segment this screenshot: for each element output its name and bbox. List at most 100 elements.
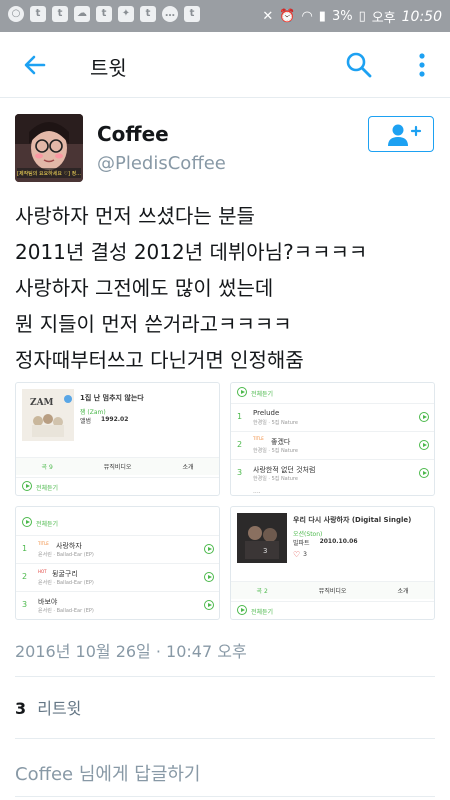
battery-icon: ▯ [358,9,366,24]
album-date: 1992.02 [101,416,129,423]
avatar-caption: [제작팀의 요요하세요 ♡] 정... [17,170,81,177]
ampm-label: 오후 [371,11,396,26]
svg-text:3: 3 [263,547,267,555]
heart-icon[interactable]: ♡ [293,550,300,559]
tweet-timestamp: 2016년 10월 26일 · 10:47 오후 [15,642,247,661]
follow-button[interactable] [368,116,434,152]
tweet-line: 사랑하자 먼저 쓰셨다는 분들 [15,204,255,228]
more-options-icon[interactable] [410,50,434,80]
tab-mv[interactable]: 뮤직비디오 [104,462,132,471]
chat-icon: … [162,6,178,22]
play-icon[interactable] [22,517,32,527]
track-title[interactable]: 좋겠다 [271,437,290,447]
track-sub: 한경일 · 5집 Nature [253,448,298,454]
tab-mv[interactable]: 뮤직비디오 [319,586,347,595]
tweet-text: 사랑하자 먼저 쓰셨다는 분들 2011년 결성 2012년 데뷔아님?ㅋㅋㅋㅋ… [15,198,440,378]
track-number: 2 [237,440,243,449]
add-user-icon [388,124,422,146]
media-album-zam[interactable]: ZAM 1집 난 멈추지 않는다 잼 (Zam) 앨범 1992.02 곡 9 … [15,382,220,496]
media-tracklist-2[interactable]: 전체듣기 1 TITLE 사랑하자 윤서린 · Ballad-Ear (EP) … [15,506,220,620]
wifi-icon: ◠ [301,9,313,24]
listen-all-label[interactable]: 전체듣기 [251,607,273,616]
track-sub: 한경일 · 5집 Nature [253,476,298,482]
battery-level: 3% [331,9,353,24]
mute-icon: ✕ [262,9,274,24]
notification-icons: ○ t t ☁ t ✦ t … t [8,6,200,22]
play-icon[interactable] [419,440,429,450]
play-icon[interactable] [204,572,214,582]
tab-songs[interactable]: 곡 9 [42,462,53,471]
tab-intro[interactable]: 소개 [182,462,193,471]
display-name[interactable]: Coffee [97,122,169,146]
track-number: 1 [22,544,28,553]
album-type: 빌파트 [293,540,310,547]
app-bar: 트윗 [0,32,450,98]
alarm-icon: ⏰ [279,9,296,24]
album-badge: ZAM [30,398,54,408]
hot-badge: HOT [38,569,47,574]
track-sub: 윤서린 · Ballad-Ear (EP) [38,580,94,586]
track-number: 1 [237,412,243,421]
media-album-single[interactable]: 3 우리 다시 사랑하자 (Digital Single) 오션(Ston) 빌… [230,506,435,620]
talk-icon: t [184,6,200,22]
track-title[interactable]: 사랑한적 없던 것처럼 [253,465,315,475]
twitter-icon: ✦ [118,6,134,22]
album-date: 2010.10.06 [319,538,358,545]
page-title: 트윗 [90,56,127,80]
circle-icon: ○ [8,6,24,22]
listen-all-label[interactable]: 전체듣기 [36,483,58,492]
tweet-line: 뭔 지들이 먼저 쓴거라고ㅋㅋㅋㅋ [15,312,292,336]
title-badge: TITLE [38,541,49,546]
tweet-line: 2011년 결성 2012년 데뷔아님?ㅋㅋㅋㅋ [15,240,368,264]
status-bar: ○ t t ☁ t ✦ t … t ✕ ⏰ ◠ ▮ 3% ▯ 오후 10:50 [0,0,450,32]
track-sub: 윤서린 · Ballad-Ear (EP) [38,608,94,614]
tab-songs[interactable]: 곡 2 [257,586,268,595]
title-badge: TITLE [253,436,264,441]
play-icon[interactable] [237,605,247,615]
track-title[interactable]: 뒹굴구리 [52,569,78,579]
reply-input[interactable]: Coffee 님에게 답글하기 [15,760,201,786]
play-icon[interactable] [204,544,214,554]
retweet-count: 3 [15,699,27,718]
talk-icon: t [30,6,46,22]
album-title: 1집 난 멈추지 않는다 [80,394,144,402]
talk-icon: t [52,6,68,22]
track-sub: 윤서린 · Ballad-Ear (EP) [38,552,94,558]
retweet-stats[interactable]: 3 리트윗 [15,695,81,719]
play-icon[interactable] [22,481,32,491]
album-cover: ZAM [22,389,74,441]
divider [15,676,435,677]
track-number: 2 [22,572,28,581]
talk-icon: t [96,6,112,22]
track-sub: 한경일 · 5집 Nature [253,420,298,426]
back-arrow-icon[interactable] [20,50,50,80]
avatar[interactable]: [제작팀의 요요하세요 ♡] 정... [15,114,83,182]
cut-off-text: .... [253,488,261,495]
play-icon[interactable] [419,412,429,422]
album-cover: 3 [237,513,287,563]
tweet-line: 사랑하자 그전에도 많이 썼는데 [15,276,274,300]
divider [15,738,435,739]
tab-intro[interactable]: 소개 [397,586,408,595]
track-number: 3 [22,600,28,609]
track-title[interactable]: 사랑하자 [56,541,82,551]
play-icon[interactable] [237,387,247,397]
user-handle[interactable]: @PledisCoffee [97,153,226,174]
listen-all-label[interactable]: 전체듣기 [251,389,273,398]
play-icon[interactable] [419,468,429,478]
divider [15,796,435,797]
album-artist[interactable]: 잼 (Zam) [80,407,106,416]
album-title: 우리 다시 사랑하자 (Digital Single) [293,516,412,524]
play-icon[interactable] [204,600,214,610]
listen-all-label[interactable]: 전체듣기 [36,519,58,528]
album-type: 앨범 [80,418,92,425]
track-title[interactable]: 바보야 [38,597,57,607]
media-tracklist-1[interactable]: 전체듣기 1 Prelude 한경일 · 5집 Nature 2 TITLE 좋… [230,382,435,496]
search-icon[interactable] [344,50,374,80]
like-count: 3 [303,551,307,558]
track-title[interactable]: Prelude [253,409,279,417]
avatar-image: [제작팀의 요요하세요 ♡] 정... [15,114,83,182]
album-artist[interactable]: 오션(Ston) [293,529,322,538]
track-number: 3 [237,468,243,477]
cloud-icon: ☁ [74,6,90,22]
